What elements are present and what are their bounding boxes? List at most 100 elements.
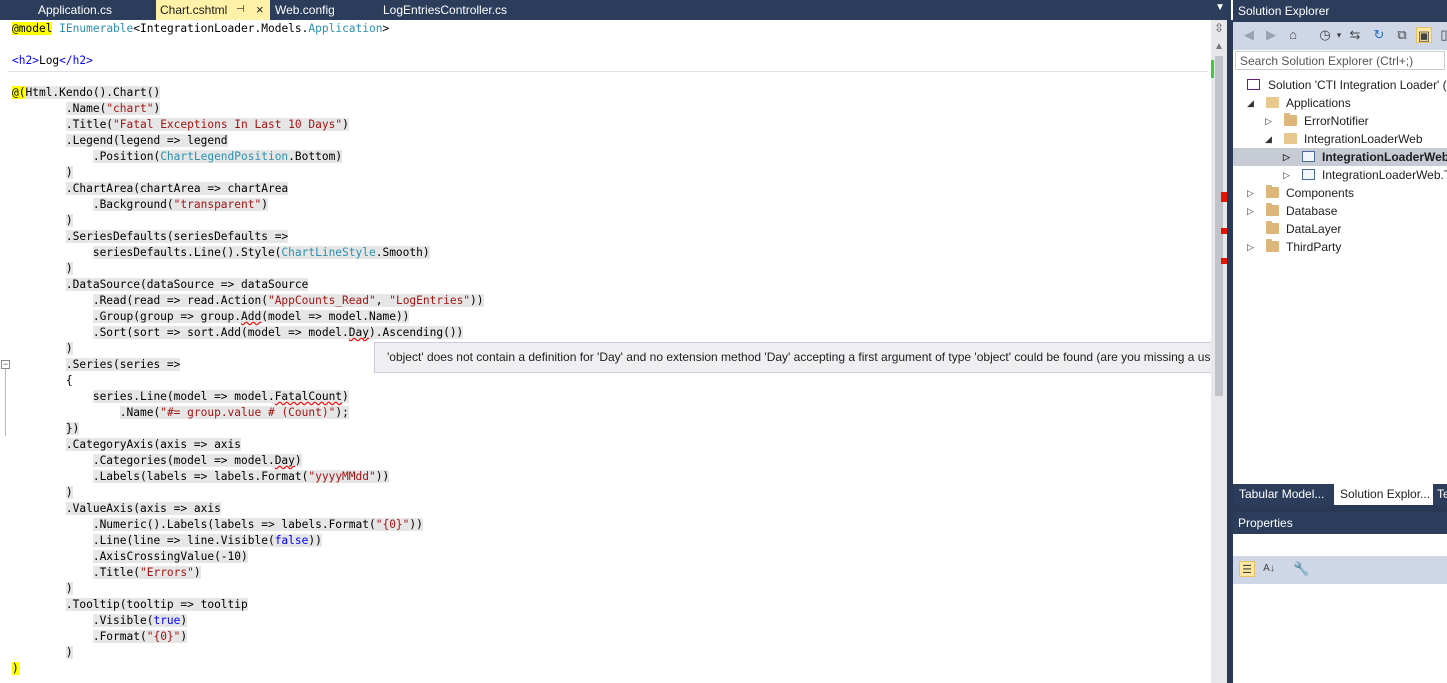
alphabetical-sort-icon[interactable]: A↓ bbox=[1261, 561, 1277, 577]
folder-icon bbox=[1266, 221, 1279, 234]
categorized-icon[interactable]: ☰ bbox=[1239, 561, 1255, 577]
tab-label: LogEntriesController.cs bbox=[383, 3, 508, 17]
panel-splitter[interactable] bbox=[1233, 505, 1447, 512]
show-all-files-icon[interactable]: ▣ bbox=[1416, 27, 1432, 43]
code-line-29: .ValueAxis(axis => axis bbox=[65, 502, 221, 515]
folder-icon bbox=[1284, 113, 1297, 126]
folder-icon bbox=[1266, 203, 1279, 216]
separator-line bbox=[8, 71, 1208, 72]
tool-window-tab-strip: Tabular Model... Solution Explor... Te bbox=[1233, 484, 1447, 505]
code-line-11: ) bbox=[65, 214, 73, 227]
close-icon[interactable]: × bbox=[256, 0, 264, 20]
code-line-6: .Legend(legend => legend bbox=[65, 134, 228, 147]
code-line-36: .Visible(true) bbox=[92, 614, 188, 627]
solution-explorer-panel: Solution Explorer ◀ ▶ ⌂ ◷ ▾ ⇆ ↻ ⧉ ▣ ▯ So… bbox=[1233, 0, 1447, 683]
tree-item-components[interactable]: ▷ Components bbox=[1233, 184, 1447, 202]
tab-label: Application.cs bbox=[38, 3, 113, 17]
tab-label: Chart.cshtml bbox=[160, 3, 228, 17]
tab-solution-explorer[interactable]: Solution Explor... bbox=[1334, 484, 1433, 505]
expand-arrow-icon[interactable]: ▷ bbox=[1247, 238, 1254, 256]
solution-explorer-search-input[interactable] bbox=[1235, 51, 1445, 70]
change-marker bbox=[1211, 60, 1214, 78]
properties-object-selector[interactable] bbox=[1233, 534, 1447, 556]
code-line-12: .SeriesDefaults(seriesDefaults => bbox=[65, 230, 289, 243]
test-project-icon bbox=[1302, 169, 1315, 180]
properties-grid bbox=[1233, 584, 1447, 683]
tree-item-errornotifier[interactable]: ▷ ErrorNotifier bbox=[1233, 112, 1447, 130]
code-line-1: @model IEnumerable<IntegrationLoader.Mod… bbox=[12, 22, 390, 35]
tab-tabular-model-explorer[interactable]: Tabular Model... bbox=[1233, 484, 1332, 505]
code-line-3: @(Html.Kendo().Chart() bbox=[12, 86, 161, 99]
code-line-35: .Tooltip(tooltip => tooltip bbox=[65, 598, 248, 611]
tab-team-explorer[interactable]: Te bbox=[1433, 484, 1447, 505]
collapse-arrow-icon[interactable]: ◢ bbox=[1247, 94, 1254, 112]
properties-icon[interactable]: ▯ bbox=[1436, 27, 1447, 43]
properties-toolbar: ☰ A↓ 🔧 bbox=[1233, 556, 1447, 584]
scroll-up-icon[interactable]: ▲ bbox=[1214, 40, 1224, 54]
code-line-4: .Name("chart") bbox=[65, 102, 161, 115]
tab-application-cs[interactable]: Application.cs bbox=[38, 0, 112, 20]
code-line-23: .Name("#= group.value # (Count)"); bbox=[119, 406, 349, 419]
tree-item-datalayer[interactable]: DataLayer bbox=[1233, 220, 1447, 238]
code-line-18: .Sort(sort => sort.Add(model => model.Da… bbox=[92, 326, 464, 339]
expand-arrow-icon[interactable]: ▷ bbox=[1247, 202, 1254, 220]
document-tab-strip: Application.cs Chart.cshtml ⊣ × Web.conf… bbox=[0, 0, 1231, 20]
code-line-15: .DataSource(dataSource => dataSource bbox=[65, 278, 309, 291]
expand-arrow-icon[interactable]: ▷ bbox=[1247, 184, 1254, 202]
code-line-8: ) bbox=[65, 166, 73, 179]
code-line-28: ) bbox=[65, 486, 73, 499]
code-line-26: .Categories(model => model.Day) bbox=[92, 454, 302, 467]
code-line-38: ) bbox=[65, 646, 73, 659]
expand-arrow-icon[interactable]: ▷ bbox=[1283, 166, 1290, 184]
tab-logentriescontroller-cs[interactable]: LogEntriesController.cs bbox=[383, 0, 507, 20]
expand-arrow-icon[interactable]: ▷ bbox=[1265, 112, 1272, 130]
code-line-7: .Position(ChartLegendPosition.Bottom) bbox=[92, 150, 343, 163]
tree-item-integrationloaderweb-tests[interactable]: ▷ IntegrationLoaderWeb.T bbox=[1233, 166, 1447, 184]
home-icon[interactable]: ⌂ bbox=[1285, 27, 1301, 43]
folder-icon bbox=[1266, 239, 1279, 252]
chevron-down-icon[interactable]: ▾ bbox=[1331, 27, 1347, 43]
code-line-33: .Title("Errors") bbox=[92, 566, 201, 579]
tree-item-database[interactable]: ▷ Database bbox=[1233, 202, 1447, 220]
collapse-all-icon[interactable]: ⧉ bbox=[1394, 27, 1410, 43]
tree-item-integrationloaderweb-project[interactable]: ▷ IntegrationLoaderWeb bbox=[1233, 148, 1447, 166]
sync-icon[interactable]: ⇆ bbox=[1347, 27, 1363, 43]
editor-vertical-scrollbar[interactable]: ⇳ ▲ bbox=[1211, 20, 1227, 683]
tree-item-thirdparty[interactable]: ▷ ThirdParty bbox=[1233, 238, 1447, 256]
folder-open-icon bbox=[1284, 133, 1297, 144]
code-line-31: .Line(line => line.Visible(false)) bbox=[92, 534, 322, 547]
tab-chart-cshtml[interactable]: Chart.cshtml ⊣ × bbox=[156, 0, 270, 20]
split-window-icon[interactable]: ⇳ bbox=[1211, 20, 1227, 36]
pin-icon[interactable]: ⊣ bbox=[236, 0, 245, 20]
scrollbar-thumb[interactable] bbox=[1215, 56, 1223, 396]
code-line-20: .Series(series => bbox=[65, 358, 181, 371]
tree-item-integrationloaderweb-folder[interactable]: ◢ IntegrationLoaderWeb bbox=[1233, 130, 1447, 148]
chevron-down-icon[interactable]: ▼ bbox=[1215, 2, 1225, 13]
solution-icon bbox=[1247, 79, 1260, 90]
property-pages-icon[interactable]: 🔧 bbox=[1293, 561, 1309, 577]
back-icon[interactable]: ◀ bbox=[1241, 27, 1257, 43]
code-line-9: .ChartArea(chartArea => chartArea bbox=[65, 182, 289, 195]
outline-collapse-toggle[interactable]: − bbox=[1, 360, 10, 369]
code-line-24: }) bbox=[65, 422, 80, 435]
web-project-icon bbox=[1302, 151, 1315, 162]
forward-icon[interactable]: ▶ bbox=[1263, 27, 1279, 43]
tab-web-config[interactable]: Web.config bbox=[275, 0, 335, 20]
folder-open-icon bbox=[1266, 97, 1279, 108]
collapse-arrow-icon[interactable]: ◢ bbox=[1265, 130, 1272, 148]
outline-guide bbox=[5, 369, 6, 436]
expand-arrow-icon[interactable]: ▷ bbox=[1283, 148, 1290, 166]
refresh-icon[interactable]: ↻ bbox=[1371, 27, 1387, 43]
code-line-40: ) bbox=[12, 662, 19, 675]
solution-explorer-title: Solution Explorer bbox=[1233, 0, 1447, 22]
tree-item-solution[interactable]: Solution 'CTI Integration Loader' ( bbox=[1233, 76, 1447, 94]
tree-item-applications[interactable]: ◢ Applications bbox=[1233, 94, 1447, 112]
code-line-13: seriesDefaults.Line().Style(ChartLineSty… bbox=[92, 246, 430, 259]
code-line-34: ) bbox=[65, 582, 73, 595]
code-line-16: .Read(read => read.Action("AppCounts_Rea… bbox=[92, 294, 484, 307]
code-line-19: ) bbox=[65, 342, 73, 355]
code-line-5: .Title("Fatal Exceptions In Last 10 Days… bbox=[65, 118, 349, 131]
code-line-21: { bbox=[65, 374, 73, 387]
code-line-32: .AxisCrossingValue(-10) bbox=[92, 550, 248, 563]
folder-icon bbox=[1266, 185, 1279, 198]
